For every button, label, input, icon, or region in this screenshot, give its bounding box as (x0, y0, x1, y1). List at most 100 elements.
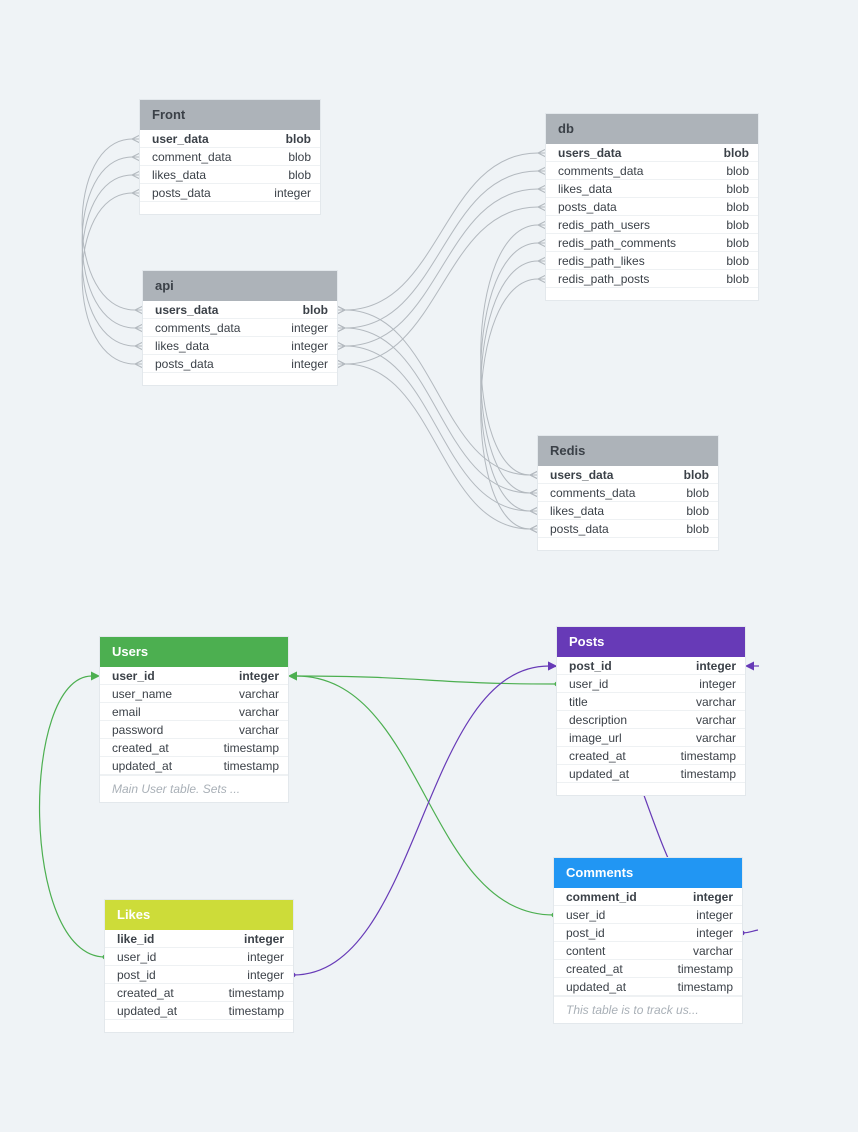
column-name: user_id (569, 677, 609, 691)
table-api[interactable]: api users_data blob comments_data integer lik… (143, 271, 337, 385)
column-row[interactable]: post_id integer (557, 657, 745, 675)
column-row[interactable]: redis_path_users blob (546, 216, 758, 234)
column-row[interactable]: email varchar (100, 703, 288, 721)
table-redis[interactable]: Redis users_data blob comments_data blob like… (538, 436, 718, 550)
column-name: updated_at (117, 1004, 178, 1018)
column-row[interactable]: updated_at timestamp (100, 757, 288, 775)
table-note: This table is to track us... (554, 996, 742, 1023)
column-name: likes_data (152, 168, 207, 182)
column-row[interactable]: image_url varchar (557, 729, 745, 747)
arrow-marker (91, 671, 100, 681)
crows-foot-marker (131, 152, 141, 162)
column-row[interactable]: description varchar (557, 711, 745, 729)
column-row[interactable]: created_at timestamp (100, 739, 288, 757)
column-type: integer (274, 186, 311, 200)
table-title[interactable]: Users (100, 637, 288, 667)
column-type: blob (686, 486, 709, 500)
crows-foot-marker (131, 134, 141, 144)
column-row[interactable]: likes_data integer (143, 337, 337, 355)
crows-foot-marker (529, 488, 539, 498)
column-row[interactable]: user_data blob (140, 130, 320, 148)
crows-foot-marker (336, 305, 346, 315)
table-db[interactable]: db users_data blob comments_data blob likes_d… (546, 114, 758, 300)
column-row[interactable]: likes_data blob (140, 166, 320, 184)
column-row[interactable]: updated_at timestamp (554, 978, 742, 996)
table-title[interactable]: Redis (538, 436, 718, 466)
column-name: redis_path_users (558, 218, 651, 232)
table-title[interactable]: Likes (105, 900, 293, 930)
relationship-line (292, 665, 550, 976)
table-footer (538, 538, 718, 550)
column-row[interactable]: posts_data blob (546, 198, 758, 216)
column-row[interactable]: user_name varchar (100, 685, 288, 703)
table-users[interactable]: Users user_id integer user_name varchar email… (100, 637, 288, 802)
table-likes[interactable]: Likes like_id integer user_id integer post_id… (105, 900, 293, 1032)
column-name: redis_path_likes (558, 254, 645, 268)
column-row[interactable]: updated_at timestamp (557, 765, 745, 783)
column-type: integer (291, 321, 328, 335)
column-row[interactable]: title varchar (557, 693, 745, 711)
column-row[interactable]: user_id integer (557, 675, 745, 693)
column-name: posts_data (550, 522, 609, 536)
table-comments[interactable]: Comments comment_id integer user_id integer p… (554, 858, 742, 1023)
column-row[interactable]: created_at timestamp (554, 960, 742, 978)
column-name: created_at (566, 962, 623, 976)
column-row[interactable]: posts_data integer (143, 355, 337, 373)
column-type: integer (291, 339, 328, 353)
column-type: integer (696, 908, 733, 922)
table-title[interactable]: api (143, 271, 337, 301)
column-row[interactable]: updated_at timestamp (105, 1002, 293, 1020)
crows-foot-marker (134, 323, 144, 333)
column-row[interactable]: user_id integer (105, 948, 293, 966)
column-name: post_id (117, 968, 156, 982)
column-type: blob (302, 303, 328, 317)
column-name: users_data (550, 468, 614, 482)
column-name: created_at (569, 749, 626, 763)
column-row[interactable]: posts_data blob (538, 520, 718, 538)
column-row[interactable]: likes_data blob (546, 180, 758, 198)
column-name: comments_data (558, 164, 644, 178)
crows-foot-marker (336, 359, 346, 369)
table-title[interactable]: Posts (557, 627, 745, 657)
column-row[interactable]: users_data blob (538, 466, 718, 484)
crows-foot-marker (529, 506, 539, 516)
column-row[interactable]: comments_data integer (143, 319, 337, 337)
column-row[interactable]: users_data blob (546, 144, 758, 162)
column-row[interactable]: comments_data blob (546, 162, 758, 180)
column-row[interactable]: posts_data integer (140, 184, 320, 202)
table-front[interactable]: Front user_data blob comment_data blob likes_… (140, 100, 320, 214)
crows-foot-marker (134, 341, 144, 351)
relationship-line (344, 188, 539, 347)
column-row[interactable]: redis_path_comments blob (546, 234, 758, 252)
table-title[interactable]: db (546, 114, 758, 144)
column-row[interactable]: like_id integer (105, 930, 293, 948)
column-row[interactable]: user_id integer (100, 667, 288, 685)
column-type: blob (686, 504, 709, 518)
column-name: description (569, 713, 628, 727)
table-title[interactable]: Front (140, 100, 320, 130)
column-type: blob (726, 164, 749, 178)
column-row[interactable]: comments_data blob (538, 484, 718, 502)
table-title[interactable]: Comments (554, 858, 742, 888)
table-posts[interactable]: Posts post_id integer user_id integer title va… (557, 627, 745, 795)
column-row[interactable]: created_at timestamp (557, 747, 745, 765)
column-row[interactable]: user_id integer (554, 906, 742, 924)
column-row[interactable]: post_id integer (554, 924, 742, 942)
column-row[interactable]: post_id integer (105, 966, 293, 984)
relationship-line (295, 675, 558, 685)
table-footer (140, 202, 320, 214)
column-row[interactable]: likes_data blob (538, 502, 718, 520)
column-row[interactable]: comment_id integer (554, 888, 742, 906)
relationship-line (344, 206, 539, 365)
column-row[interactable]: users_data blob (143, 301, 337, 319)
column-row[interactable]: content varchar (554, 942, 742, 960)
diagram-canvas[interactable]: Front user_data blob comment_data blob likes_… (0, 0, 858, 1132)
crows-foot-marker (134, 305, 144, 315)
column-name: like_id (117, 932, 155, 946)
column-row[interactable]: password varchar (100, 721, 288, 739)
column-row[interactable]: created_at timestamp (105, 984, 293, 1002)
column-row[interactable]: redis_path_likes blob (546, 252, 758, 270)
column-row[interactable]: redis_path_posts blob (546, 270, 758, 288)
column-type: integer (243, 932, 284, 946)
column-row[interactable]: comment_data blob (140, 148, 320, 166)
